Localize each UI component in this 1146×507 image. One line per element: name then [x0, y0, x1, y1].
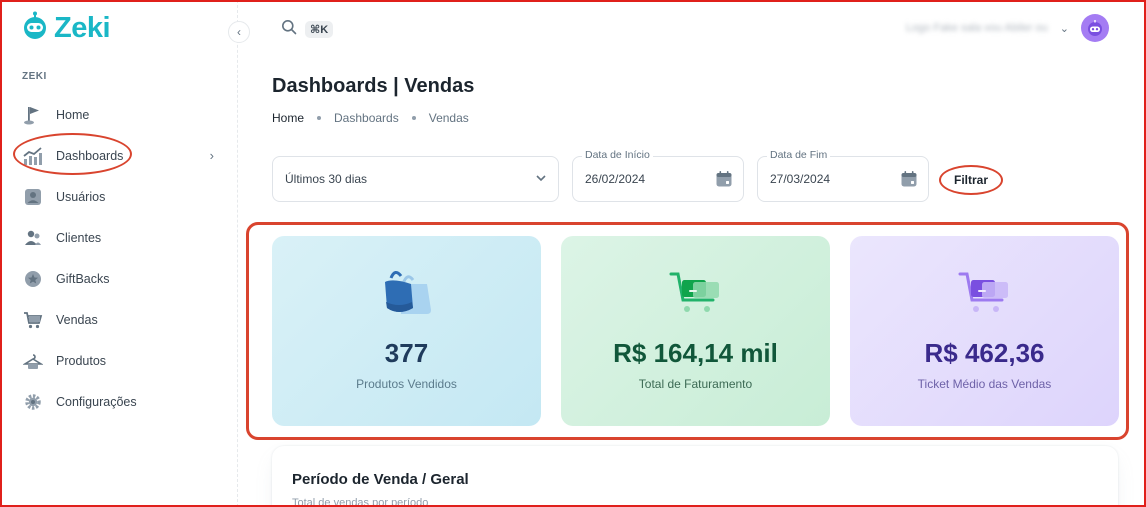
sidebar-item-label: Clientes — [56, 230, 102, 245]
dashboards-highlight-circle — [13, 133, 132, 175]
page-title: Dashboards | Vendas — [272, 75, 475, 97]
chevron-right-icon: › — [209, 148, 214, 163]
filter-button[interactable]: Filtrar — [939, 165, 1003, 195]
breadcrumb-separator — [317, 116, 322, 120]
sidebar-item-label: Configurações — [56, 394, 137, 409]
sales-period-panel: Período de Venda / Geral Total de vendas… — [272, 446, 1118, 507]
panel-title: Período de Venda / Geral — [292, 471, 469, 488]
search-button[interactable]: ⌘K — [281, 19, 334, 40]
sidebar-collapse-button[interactable]: ‹ — [228, 21, 250, 43]
account-name: Logo Fake sala vou Abiler ou — [905, 22, 1048, 34]
sidebar-item-label: GiftBacks — [56, 271, 110, 286]
start-date-field[interactable]: Data de Início 26/02/2024 — [572, 149, 744, 202]
chevron-down-icon: ⌄ — [1059, 22, 1069, 35]
avatar[interactable] — [1081, 14, 1109, 42]
breadcrumb-item[interactable]: Home — [272, 111, 304, 125]
cart-icon — [22, 309, 44, 331]
account-menu[interactable]: Logo Fake sala vou Abiler ou ⌄ — [906, 14, 1109, 42]
logo-text: Zeki — [54, 12, 111, 44]
period-select-value: Últimos 30 dias — [285, 172, 368, 186]
stat-label: Produtos Vendidos — [356, 377, 457, 391]
sidebar-item-usuarios[interactable]: Usuários — [12, 176, 226, 217]
sidebar-item-configuracoes[interactable]: Configurações — [12, 381, 226, 422]
panel-subtitle: Total de vendas por período — [292, 497, 429, 507]
chevron-down-icon — [534, 170, 548, 191]
breadcrumb: Home Dashboards Vendas — [272, 111, 469, 125]
search-icon — [281, 19, 297, 40]
shopping-bags-icon — [377, 268, 437, 318]
search-shortcut: ⌘K — [305, 21, 334, 38]
breadcrumb-item: Vendas — [428, 111, 469, 125]
breadcrumb-item[interactable]: Dashboards — [334, 111, 399, 125]
sidebar-item-label: Home — [56, 107, 90, 122]
sidebar-item-vendas[interactable]: Vendas — [12, 299, 226, 340]
gear-icon — [22, 391, 44, 413]
calendar-icon[interactable] — [715, 170, 733, 193]
robot-logo-icon — [20, 11, 50, 46]
start-date-value: 26/02/2024 — [585, 172, 646, 186]
hanger-icon — [22, 350, 44, 372]
stat-card-products-sold: 377 Produtos Vendidos — [272, 236, 541, 426]
start-date-label: Data de Início — [582, 149, 653, 161]
sidebar-item-label: Produtos — [56, 353, 107, 368]
end-date-label: Data de Fim — [767, 149, 831, 161]
star-badge-icon — [22, 268, 44, 290]
period-select[interactable]: Últimos 30 dias — [272, 156, 559, 202]
sidebar-item-giftbacks[interactable]: GiftBacks — [12, 258, 226, 299]
stat-value: 377 — [384, 338, 429, 368]
sidebar-item-label: Vendas — [56, 312, 98, 327]
breadcrumb-separator — [411, 116, 416, 120]
cart-icon — [666, 268, 726, 318]
logo[interactable]: Zeki — [20, 11, 111, 46]
sidebar-item-produtos[interactable]: Produtos — [12, 340, 226, 381]
stat-value: R$ 462,36 — [924, 338, 1045, 368]
users-icon — [22, 227, 44, 249]
home-flag-icon — [22, 104, 44, 126]
sidebar-item-clientes[interactable]: Clientes — [12, 217, 226, 258]
user-badge-icon — [22, 186, 44, 208]
sidebar-item-home[interactable]: Home — [12, 94, 226, 135]
sidebar-section-label: ZEKI — [22, 71, 47, 82]
stat-value: R$ 164,14 mil — [613, 338, 778, 368]
sidebar-item-label: Usuários — [56, 189, 106, 204]
chevron-left-icon: ‹ — [237, 25, 241, 39]
end-date-value: 27/03/2024 — [770, 172, 831, 186]
calendar-icon[interactable] — [900, 170, 918, 193]
stat-card-average-ticket: R$ 462,36 Ticket Médio das Vendas — [850, 236, 1119, 426]
end-date-field[interactable]: Data de Fim 27/03/2024 — [757, 149, 929, 202]
stat-card-total-revenue: R$ 164,14 mil Total de Faturamento — [561, 236, 830, 426]
stat-label: Total de Faturamento — [638, 377, 753, 391]
sidebar: Zeki ZEKI Home Dashboards › Usuários Cli… — [0, 0, 238, 507]
stat-label: Ticket Médio das Vendas — [917, 377, 1052, 391]
cart-icon — [955, 268, 1015, 318]
